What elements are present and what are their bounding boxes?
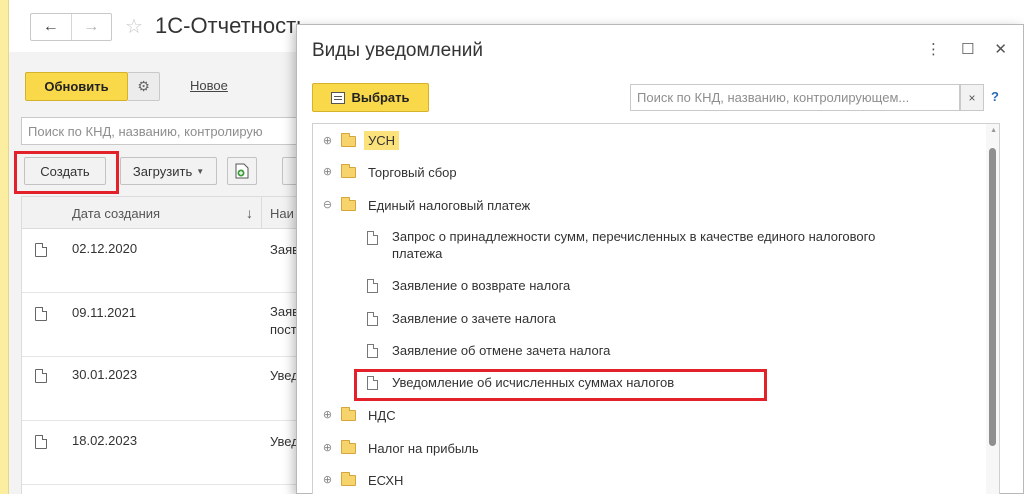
table-row[interactable]: 30.01.2023 Увед bbox=[22, 357, 312, 421]
side-panel-stripe bbox=[0, 0, 9, 494]
row-date: 09.11.2021 bbox=[72, 305, 137, 320]
clear-search-button[interactable]: × bbox=[960, 84, 984, 111]
notification-types-dialog: Виды уведомлений ⋮ ☐ ✕ Выбрать Поиск по … bbox=[296, 24, 1024, 494]
tree-item-single-tax-payment[interactable]: Единый налоговый платеж bbox=[368, 198, 530, 213]
window-controls: ⋮ ☐ ✕ bbox=[926, 40, 1007, 58]
close-icon[interactable]: ✕ bbox=[994, 40, 1007, 58]
page-title: 1С-Отчетность bbox=[155, 13, 308, 38]
select-button[interactable]: Выбрать bbox=[312, 83, 429, 112]
sort-arrow-down-icon: ↓ bbox=[246, 205, 253, 221]
tree-item-eskhn[interactable]: ЕСХН bbox=[368, 473, 403, 488]
search-input[interactable]: Поиск по КНД, названию, контролирую bbox=[21, 117, 311, 145]
row-date: 02.12.2020 bbox=[72, 241, 138, 256]
select-list-icon bbox=[331, 91, 346, 104]
folder-icon bbox=[341, 440, 356, 454]
table-row[interactable]: 02.12.2020 Заяв bbox=[22, 229, 312, 293]
document-icon bbox=[367, 279, 378, 293]
scroll-up-arrow-icon[interactable]: ▲ bbox=[990, 127, 997, 134]
arrow-left-icon: ← bbox=[42, 18, 59, 35]
navigation-buttons: ← → bbox=[30, 13, 112, 41]
document-icon bbox=[35, 369, 47, 383]
maximize-icon[interactable]: ☐ bbox=[961, 40, 974, 58]
load-button-label: Загрузить bbox=[132, 163, 193, 179]
documents-table: Дата создания ↓ Наи 02.12.2020 Заяв 09.1… bbox=[21, 196, 312, 494]
tree-item-offset-application[interactable]: Заявление о зачете налога bbox=[392, 311, 556, 326]
document-add-icon bbox=[235, 163, 249, 179]
tree-item-refund-application[interactable]: Заявление о возврате налога bbox=[392, 278, 570, 293]
document-icon bbox=[35, 435, 47, 449]
favorite-star-icon[interactable]: ☆ bbox=[125, 14, 143, 39]
tree-item-vat[interactable]: НДС bbox=[368, 408, 396, 423]
caret-down-icon: ▼ bbox=[196, 166, 205, 176]
tree-item-offset-cancel-application[interactable]: Заявление об отмене зачета налога bbox=[392, 343, 610, 358]
table-row[interactable]: 09.11.2021 Заяв пост bbox=[22, 293, 312, 357]
dialog-search-input[interactable]: Поиск по КНД, названию, контролирующем..… bbox=[630, 84, 960, 111]
expand-plus-icon[interactable]: ⊕ bbox=[322, 167, 333, 178]
document-icon bbox=[367, 312, 378, 326]
scrollbar-thumb[interactable] bbox=[989, 148, 996, 446]
column-header-date[interactable]: Дата создания bbox=[72, 206, 160, 221]
document-icon bbox=[35, 243, 47, 257]
table-row[interactable]: 18.02.2023 Увед bbox=[22, 421, 312, 485]
expand-plus-icon[interactable]: ⊕ bbox=[322, 443, 333, 454]
tree-item-ownership-request[interactable]: Запрос о принадлежности сумм, перечислен… bbox=[392, 228, 912, 262]
settings-button[interactable]: ⚙ bbox=[128, 72, 160, 101]
help-icon[interactable]: ? bbox=[991, 89, 999, 104]
expand-plus-icon[interactable]: ⊕ bbox=[322, 136, 333, 147]
folder-icon bbox=[341, 197, 356, 211]
tree-scrollbar[interactable]: ▲ bbox=[986, 124, 999, 494]
forward-button[interactable]: → bbox=[72, 14, 112, 40]
new-link[interactable]: Новое bbox=[190, 78, 228, 93]
more-menu-icon[interactable]: ⋮ bbox=[926, 40, 941, 58]
row-date: 30.01.2023 bbox=[72, 367, 138, 382]
tree-item-trade-fee[interactable]: Торговый сбор bbox=[368, 165, 457, 180]
table-header: Дата создания ↓ Наи bbox=[22, 197, 312, 229]
column-header-name[interactable]: Наи bbox=[270, 206, 294, 221]
tree-item-usn[interactable]: УСН bbox=[364, 131, 400, 150]
tree-item-profit-tax[interactable]: Налог на прибыль bbox=[368, 441, 479, 456]
load-dropdown-button[interactable]: Загрузить ▼ bbox=[120, 157, 217, 185]
select-button-label: Выбрать bbox=[351, 90, 410, 105]
update-button[interactable]: Обновить bbox=[25, 72, 128, 101]
folder-icon bbox=[341, 407, 356, 421]
dialog-title: Виды уведомлений bbox=[312, 40, 483, 61]
folder-icon bbox=[341, 133, 356, 147]
column-divider bbox=[261, 197, 262, 229]
highlight-frame-notice bbox=[354, 369, 767, 401]
arrow-right-icon: → bbox=[83, 18, 100, 35]
document-icon bbox=[367, 344, 378, 358]
gear-icon: ⚙ bbox=[137, 78, 150, 94]
folder-icon bbox=[341, 472, 356, 486]
highlight-frame-create bbox=[14, 151, 119, 194]
folder-icon bbox=[341, 164, 356, 178]
expand-plus-icon[interactable]: ⊕ bbox=[322, 410, 333, 421]
add-document-button[interactable] bbox=[227, 157, 257, 185]
document-icon bbox=[367, 231, 378, 245]
back-button[interactable]: ← bbox=[31, 14, 72, 40]
row-date: 18.02.2023 bbox=[72, 433, 138, 448]
document-icon bbox=[35, 307, 47, 321]
collapse-minus-icon[interactable]: ⊖ bbox=[322, 200, 333, 211]
notification-types-tree: ⊕ УСН ⊕ Торговый сбор ⊖ Единый налоговый… bbox=[312, 123, 1000, 494]
expand-plus-icon[interactable]: ⊕ bbox=[322, 475, 333, 486]
